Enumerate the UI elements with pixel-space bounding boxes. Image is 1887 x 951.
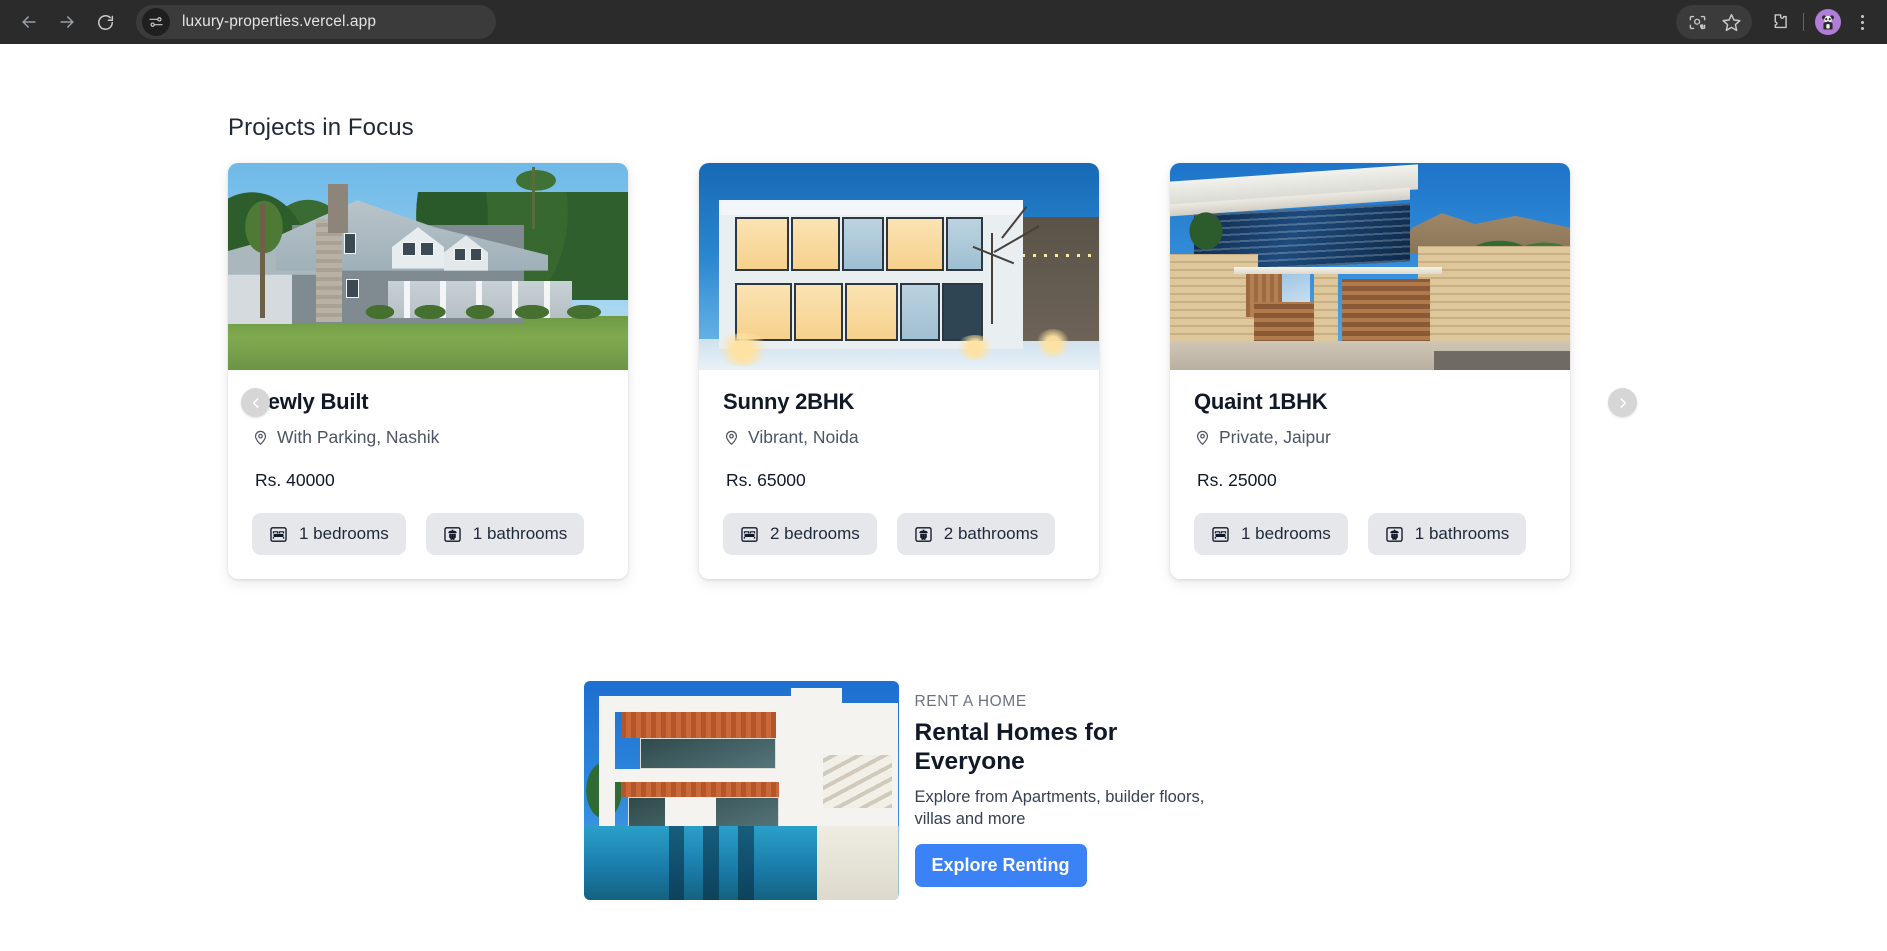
- property-title: Newly Built: [252, 389, 369, 414]
- banner-image: [583, 681, 899, 900]
- bedrooms-text: 2 bedrooms: [770, 524, 860, 543]
- bed-icon: [741, 526, 758, 542]
- bedrooms-chip: 1 bedrooms: [1194, 513, 1348, 555]
- property-location: With Parking, Nashik: [252, 427, 604, 448]
- property-location: Private, Jaipur: [1194, 427, 1546, 448]
- reload-button[interactable]: [86, 3, 124, 41]
- property-card[interactable]: Quaint 1BHK Private, Jaipur Rs. 25000 1 …: [1170, 163, 1570, 579]
- property-price: Rs. 65000: [726, 470, 806, 490]
- bedrooms-chip: 2 bedrooms: [723, 513, 877, 555]
- site-info-button[interactable]: [142, 8, 170, 36]
- property-location: Vibrant, Noida: [723, 427, 1075, 448]
- carousel-prev-button[interactable]: [241, 388, 270, 417]
- bed-icon: [270, 526, 287, 542]
- property-features: 2 bedrooms 2 bathrooms: [723, 513, 1075, 555]
- property-title: Sunny 2BHK: [723, 389, 855, 414]
- bathrooms-text: 1 bathrooms: [1414, 524, 1510, 543]
- projects-carousel: Newly Built With Parking, Nashik Rs. 400…: [0, 163, 1887, 579]
- property-price: Rs. 25000: [1197, 470, 1277, 490]
- photo-villa-pool: [583, 681, 899, 900]
- shower-icon: [444, 526, 461, 542]
- page-content: Projects in Focus Newly Built With Parki…: [0, 44, 1887, 951]
- menu-dot: [1860, 14, 1864, 18]
- panda-avatar-icon: [1822, 15, 1834, 30]
- location-pin-icon: [1196, 430, 1209, 446]
- property-image: [1170, 163, 1570, 370]
- back-arrow-icon: [22, 16, 36, 28]
- bedrooms-chip: 1 bedrooms: [252, 513, 406, 555]
- bookmark-button[interactable]: [1714, 5, 1748, 39]
- bathrooms-text: 2 bathrooms: [943, 524, 1039, 543]
- bed-icon: [1212, 526, 1229, 542]
- property-image: [228, 163, 628, 370]
- explore-renting-button[interactable]: Explore Renting: [914, 844, 1087, 888]
- reload-icon: [97, 14, 113, 30]
- property-card[interactable]: Newly Built With Parking, Nashik Rs. 400…: [228, 163, 628, 579]
- property-card[interactable]: Sunny 2BHK Vibrant, Noida Rs. 65000 2 be…: [699, 163, 1099, 579]
- page-title: Projects in Focus: [228, 114, 414, 141]
- carousel-next-button[interactable]: [1608, 388, 1637, 417]
- address-bar[interactable]: luxury-properties.vercel.app: [136, 5, 496, 39]
- bathrooms-chip: 1 bathrooms: [1367, 513, 1527, 555]
- star-icon: [1721, 13, 1741, 31]
- banner-content: RENT A HOME Rental Homes for Everyone Ex…: [914, 681, 1245, 900]
- puzzle-icon: [1774, 14, 1787, 29]
- tune-icon: [149, 17, 163, 27]
- location-pin-icon: [254, 430, 267, 446]
- shower-icon: [1386, 526, 1403, 542]
- back-button[interactable]: [10, 3, 48, 41]
- forward-arrow-icon: [60, 16, 74, 28]
- toolbar-divider: [1803, 13, 1804, 31]
- profile-button[interactable]: [1811, 5, 1845, 39]
- photo-stone-villa: [1170, 163, 1570, 370]
- menu-dot: [1860, 20, 1864, 24]
- banner-eyebrow: RENT A HOME: [914, 693, 1027, 710]
- property-details: Quaint 1BHK Private, Jaipur Rs. 25000 1 …: [1170, 370, 1570, 579]
- omnibox-actions: [1676, 5, 1752, 39]
- property-image: [699, 163, 1099, 370]
- banner-subtext: Explore from Apartments, builder floors,…: [914, 787, 1205, 828]
- avatar: [1815, 9, 1841, 35]
- property-location-text: With Parking, Nashik: [277, 427, 440, 447]
- shower-icon: [915, 526, 932, 542]
- bathrooms-chip: 1 bathrooms: [425, 513, 585, 555]
- property-features: 1 bedrooms 1 bathrooms: [252, 513, 604, 555]
- toolbar-actions: [1676, 0, 1879, 44]
- chevron-right-icon: [1619, 397, 1626, 408]
- lens-camera-icon: [1689, 15, 1705, 29]
- bathrooms-chip: 2 bathrooms: [896, 513, 1056, 555]
- property-price: Rs. 40000: [255, 470, 335, 490]
- location-pin-icon: [725, 430, 738, 446]
- photo-craftsman-house: [228, 163, 628, 370]
- property-features: 1 bedrooms 1 bathrooms: [1194, 513, 1546, 555]
- bedrooms-text: 1 bedrooms: [1241, 524, 1331, 543]
- bathrooms-text: 1 bathrooms: [472, 524, 568, 543]
- property-details: Newly Built With Parking, Nashik Rs. 400…: [228, 370, 628, 579]
- bedrooms-text: 1 bedrooms: [299, 524, 389, 543]
- google-lens-button[interactable]: [1680, 5, 1714, 39]
- forward-button[interactable]: [48, 3, 86, 41]
- menu-dot: [1860, 26, 1864, 30]
- property-location-text: Vibrant, Noida: [748, 427, 859, 447]
- url-text: luxury-properties.vercel.app: [182, 13, 377, 30]
- property-details: Sunny 2BHK Vibrant, Noida Rs. 65000 2 be…: [699, 370, 1099, 579]
- extensions-button[interactable]: [1762, 5, 1796, 39]
- chevron-left-icon: [252, 397, 259, 408]
- property-location-text: Private, Jaipur: [1219, 427, 1331, 447]
- browser-toolbar: luxury-properties.vercel.app: [0, 0, 1887, 44]
- chrome-menu-button[interactable]: [1845, 5, 1879, 39]
- photo-modern-glass-house: [699, 163, 1099, 370]
- property-title: Quaint 1BHK: [1194, 389, 1328, 414]
- rent-banner: RENT A HOME Rental Homes for Everyone Ex…: [0, 681, 1887, 900]
- banner-heading: Rental Homes for Everyone: [914, 719, 1118, 776]
